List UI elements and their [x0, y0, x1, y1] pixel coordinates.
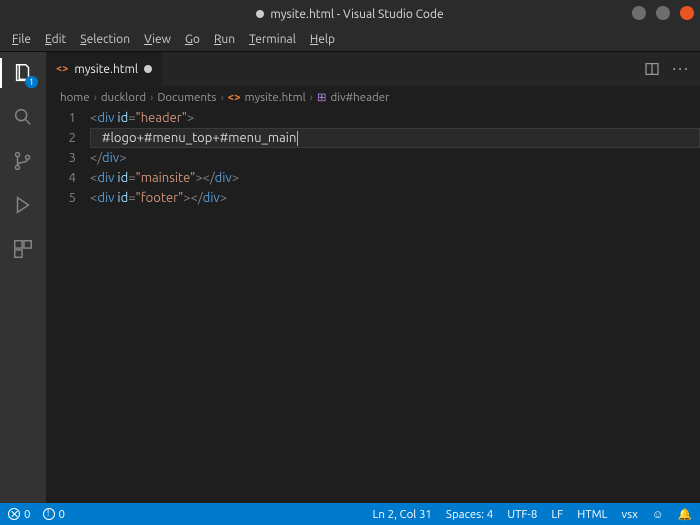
explorer-badge: 1 — [25, 76, 38, 88]
window-close-button[interactable] — [680, 6, 694, 20]
status-warnings[interactable]: 0 — [43, 508, 66, 521]
warning-icon — [43, 508, 55, 520]
code-line[interactable]: <div id="mainsite"></div> — [90, 168, 700, 188]
activity-search[interactable] — [10, 104, 36, 130]
window-minimize-button[interactable] — [632, 6, 646, 20]
chevron-right-icon: › — [150, 91, 153, 104]
code-line[interactable]: #logo+#menu_top+#menu_main — [90, 128, 700, 148]
extensions-icon — [12, 238, 34, 260]
menu-terminal[interactable]: Terminal — [243, 31, 302, 48]
status-feedback-icon[interactable]: ☺ — [652, 508, 664, 521]
status-language[interactable]: HTML — [577, 508, 607, 521]
menu-edit[interactable]: Edit — [39, 31, 72, 48]
code-editor[interactable]: 12345 <div id="header"> #logo+#menu_top+… — [46, 108, 700, 503]
activity-bar: 1 — [0, 52, 46, 503]
menu-go[interactable]: Go — [179, 31, 206, 48]
activity-run-debug[interactable] — [10, 192, 36, 218]
play-bug-icon — [12, 194, 34, 216]
status-encoding[interactable]: UTF-8 — [507, 508, 537, 521]
html-file-icon: <> — [228, 91, 241, 104]
chevron-right-icon: › — [220, 91, 223, 104]
code-line[interactable]: <div id="header"> — [90, 108, 700, 128]
status-bell-icon[interactable]: 🔔 — [678, 507, 692, 521]
tab-dirty-icon — [144, 65, 152, 73]
search-icon — [12, 106, 34, 128]
menubar: File Edit Selection View Go Run Terminal… — [0, 28, 700, 52]
menu-help[interactable]: Help — [304, 31, 341, 48]
activity-source-control[interactable] — [10, 148, 36, 174]
code-content[interactable]: <div id="header"> #logo+#menu_top+#menu_… — [90, 108, 700, 503]
status-indent[interactable]: Spaces: 4 — [446, 508, 493, 521]
status-extra[interactable]: vsx — [622, 508, 638, 521]
menu-file[interactable]: File — [6, 31, 37, 48]
menu-run[interactable]: Run — [208, 31, 241, 48]
crumb[interactable]: Documents — [157, 91, 216, 104]
activity-extensions[interactable] — [10, 236, 36, 262]
crumb-file[interactable]: mysite.html — [245, 91, 306, 104]
status-cursor-pos[interactable]: Ln 2, Col 31 — [373, 508, 432, 521]
window-title: mysite.html - Visual Studio Code — [256, 8, 443, 21]
tab-bar: <> mysite.html ··· — [46, 52, 700, 86]
breadcrumb[interactable]: home › ducklord › Documents › <> mysite.htm… — [46, 86, 700, 108]
menu-view[interactable]: View — [138, 31, 177, 48]
main-area: 1 <> mysite.html ··· home › — [0, 52, 700, 503]
tab-mysite[interactable]: <> mysite.html — [46, 52, 163, 86]
editor-area: <> mysite.html ··· home › ducklord › Docum… — [46, 52, 700, 503]
crumb[interactable]: home — [60, 91, 90, 104]
title-text: mysite.html - Visual Studio Code — [270, 8, 443, 21]
window-maximize-button[interactable] — [656, 6, 670, 20]
window-controls — [632, 6, 694, 20]
status-eol[interactable]: LF — [551, 508, 563, 521]
window-titlebar: mysite.html - Visual Studio Code — [0, 0, 700, 28]
text-cursor — [297, 131, 298, 146]
branch-icon — [12, 150, 34, 172]
crumb[interactable]: ducklord — [101, 91, 146, 104]
menu-selection[interactable]: Selection — [74, 31, 136, 48]
error-icon — [8, 508, 20, 520]
code-line[interactable]: </div> — [90, 148, 700, 168]
dirty-indicator-icon — [256, 10, 264, 18]
symbol-icon: ⊞ — [317, 90, 327, 104]
line-number-gutter: 12345 — [46, 108, 90, 503]
status-bar: 0 0 Ln 2, Col 31 Spaces: 4 UTF-8 LF HTML… — [0, 503, 700, 525]
chevron-right-icon: › — [94, 91, 97, 104]
activity-explorer[interactable]: 1 — [10, 60, 36, 86]
more-actions-icon[interactable]: ··· — [672, 60, 690, 78]
code-line[interactable]: <div id="footer"></div> — [90, 188, 700, 208]
split-editor-icon[interactable] — [644, 61, 660, 77]
crumb-symbol[interactable]: div#header — [330, 91, 389, 104]
html-file-icon: <> — [56, 63, 68, 75]
tab-label: mysite.html — [74, 63, 138, 76]
status-errors[interactable]: 0 — [8, 508, 31, 521]
tab-actions: ··· — [634, 52, 700, 86]
chevron-right-icon: › — [310, 91, 313, 104]
